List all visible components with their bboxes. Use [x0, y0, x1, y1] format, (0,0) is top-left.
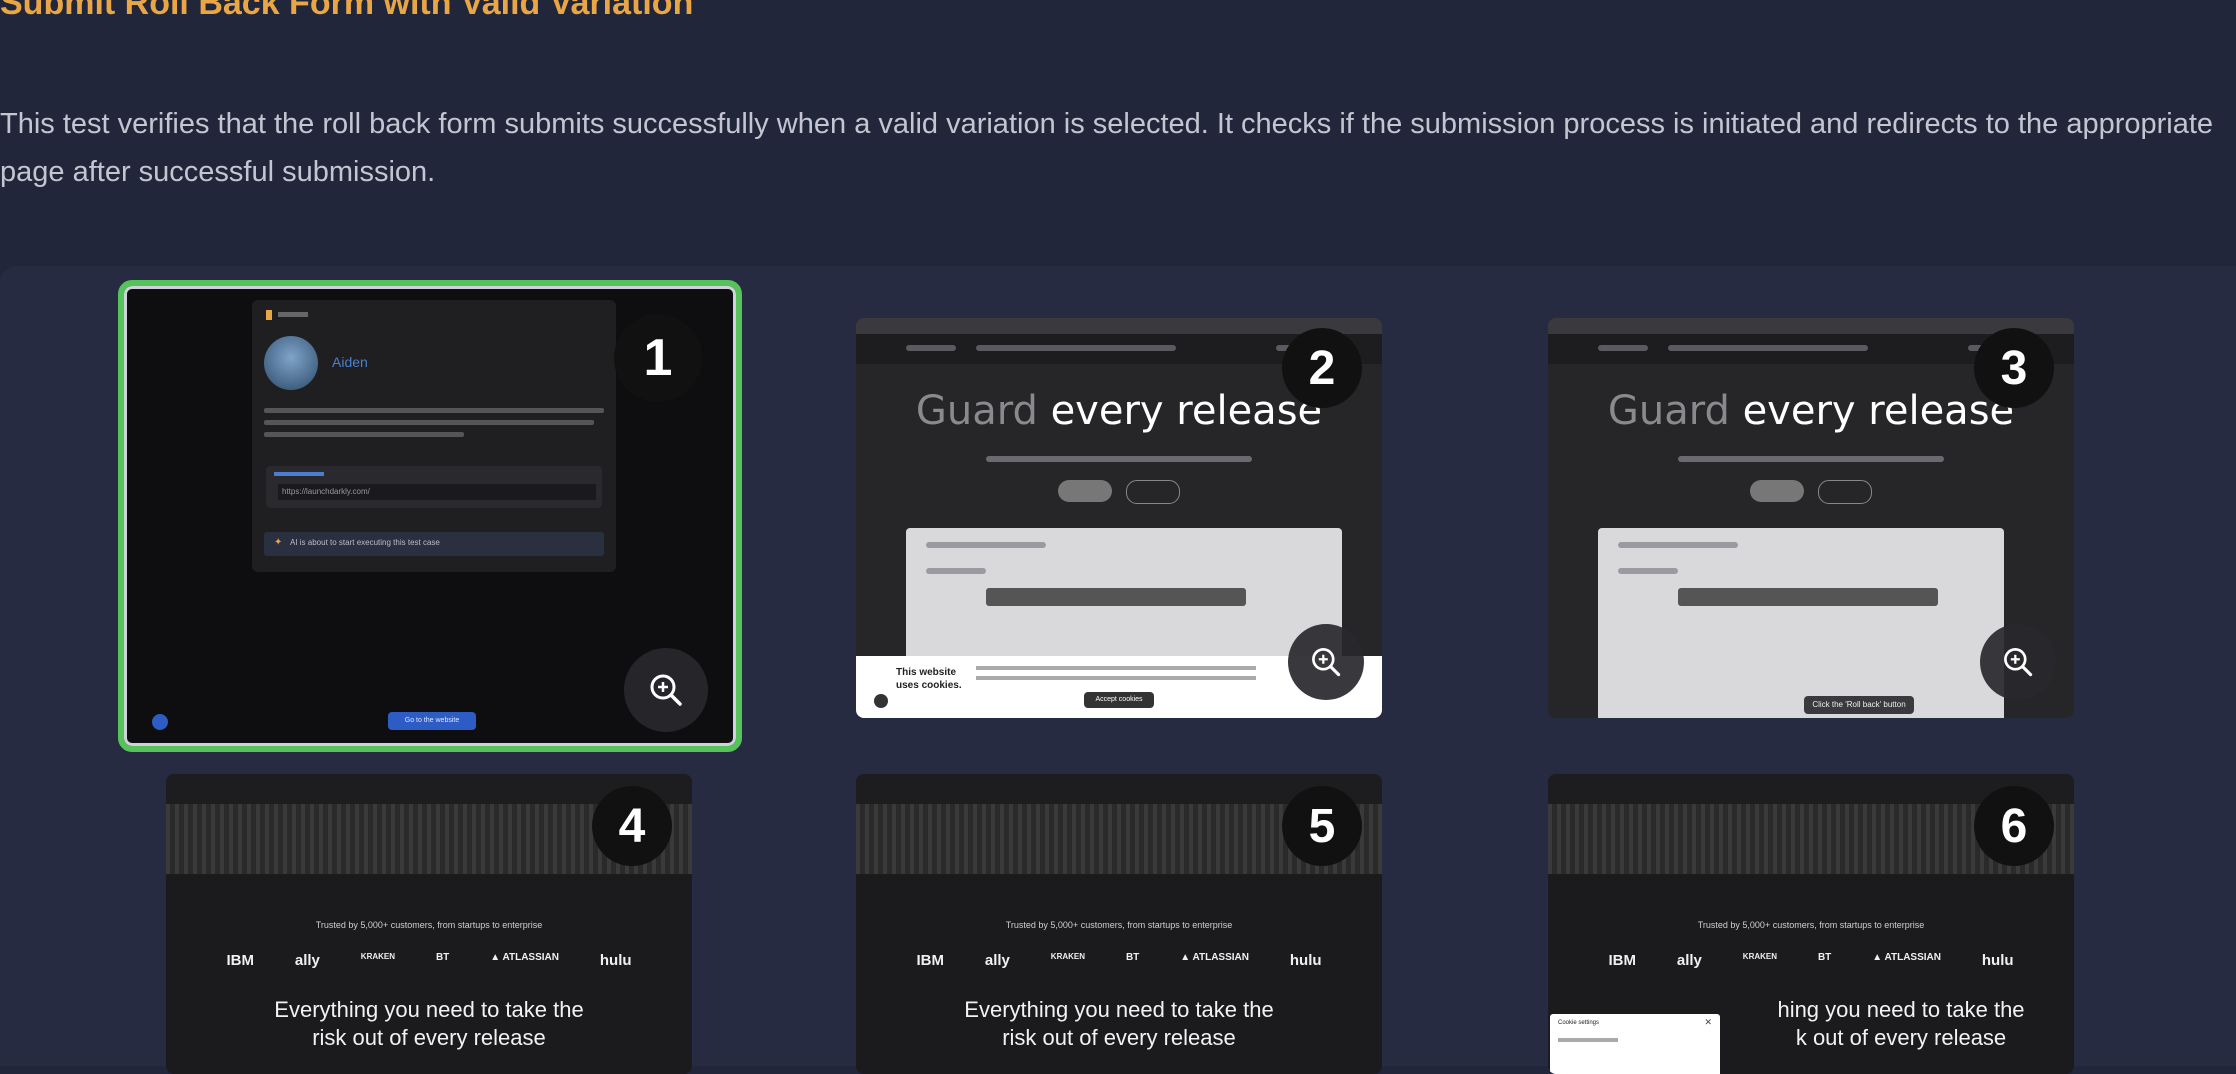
- trusted-text: Trusted by 5,000+ customers, from startu…: [315, 920, 543, 930]
- step-number-badge: 6: [1974, 786, 2054, 866]
- accept-cookies-button[interactable]: Accept cookies: [1084, 692, 1154, 708]
- help-icon[interactable]: [874, 694, 888, 708]
- headline: Everything you need to take the risk out …: [964, 997, 1274, 1050]
- headline: hing you need to take the k out of every …: [1777, 997, 2025, 1050]
- help-icon[interactable]: [152, 714, 168, 730]
- url-field[interactable]: https://launchdarkly.com/: [266, 466, 602, 508]
- headline: Everything you need to take the risk out …: [274, 997, 584, 1050]
- user-name: Aiden: [332, 354, 368, 370]
- step-thumbnail-6[interactable]: Trusted by 5,000+ customers, from startu…: [1548, 774, 2074, 1074]
- trusted-text: Trusted by 5,000+ customers, from startu…: [1697, 920, 1925, 930]
- zoom-in-icon[interactable]: [624, 648, 708, 732]
- trusted-text: Trusted by 5,000+ customers, from startu…: [1005, 920, 1233, 930]
- customer-logos: IBM ally KRAKEN BT ▲ ATLASSIAN hulu: [1608, 952, 2014, 969]
- step-number-badge: 2: [1282, 328, 1362, 408]
- sparkle-icon: ✦: [274, 537, 283, 548]
- customer-logos: IBM ally KRAKEN BT ▲ ATLASSIAN hulu: [916, 952, 1322, 969]
- screenshot-gallery: Aiden https://launchdarkly.com/ ✦ AI is …: [0, 266, 2236, 1074]
- step-thumbnail-5[interactable]: Trusted by 5,000+ customers, from startu…: [856, 774, 1382, 1074]
- step-number-badge: 5: [1282, 786, 1362, 866]
- zoom-in-icon[interactable]: [1288, 624, 1364, 700]
- go-to-website-button[interactable]: Go to the website: [388, 712, 476, 730]
- status-message: ✦ AI is about to start executing this te…: [264, 532, 604, 556]
- step-number-badge: 4: [592, 786, 672, 866]
- step-thumbnail-2[interactable]: Guard every release This website uses coo…: [856, 318, 1382, 718]
- close-icon[interactable]: ✕: [1704, 1017, 1712, 1028]
- step-thumbnail-3[interactable]: Guard every release Click the 'Roll back…: [1548, 318, 2074, 718]
- step-number-badge: 3: [1974, 328, 2054, 408]
- customer-logos: IBM ally KRAKEN BT ▲ ATLASSIAN hulu: [226, 952, 632, 969]
- cookie-settings-modal: Cookie settings ✕: [1550, 1014, 1720, 1074]
- step-thumbnail-4[interactable]: Trusted by 5,000+ customers, from startu…: [166, 774, 692, 1074]
- zoom-in-icon[interactable]: [1980, 624, 2056, 700]
- step-number-badge: 1: [614, 314, 702, 402]
- instruction-tooltip: Click the 'Roll back' button: [1804, 696, 1914, 714]
- page-title: Submit Roll Back Form with Valid Variati…: [0, 0, 694, 22]
- avatar: [264, 336, 318, 390]
- step-thumbnail-1[interactable]: Aiden https://launchdarkly.com/ ✦ AI is …: [118, 280, 742, 752]
- url-value: https://launchdarkly.com/: [278, 484, 596, 500]
- page-description: This test verifies that the roll back fo…: [0, 108, 2214, 188]
